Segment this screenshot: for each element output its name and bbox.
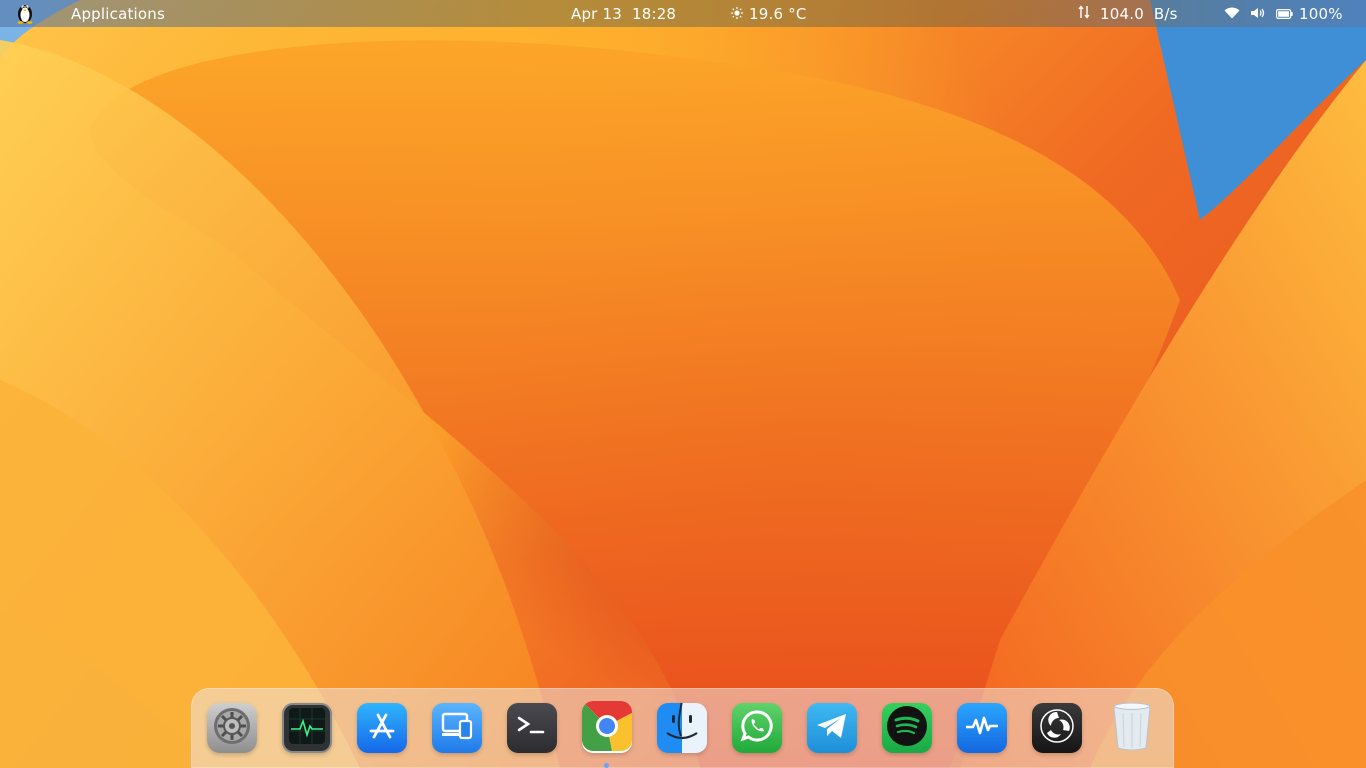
telegram-icon xyxy=(815,711,849,745)
running-indicator-dot xyxy=(604,763,609,768)
time-label: 18:28 xyxy=(631,4,677,23)
gear-icon xyxy=(211,705,253,751)
monitor-icon xyxy=(288,707,326,749)
wifi-icon[interactable] xyxy=(1224,5,1240,23)
pulse-icon xyxy=(964,714,1000,742)
tux-icon xyxy=(14,0,36,28)
dock xyxy=(191,688,1174,768)
dock-item-trash[interactable] xyxy=(1107,701,1157,755)
dock-item-spotify[interactable] xyxy=(882,703,932,753)
dock-item-telegram[interactable] xyxy=(807,703,857,753)
dock-item-system-monitor[interactable] xyxy=(957,703,1007,753)
temperature-label: 19.6 °C xyxy=(749,4,807,23)
dock-item-obs-studio[interactable] xyxy=(1032,703,1082,753)
dock-item-app-store[interactable] xyxy=(357,703,407,753)
whatsapp-icon xyxy=(739,708,775,748)
app-store-icon xyxy=(366,710,398,746)
terminal-icon xyxy=(516,714,548,742)
dock-item-settings[interactable] xyxy=(207,703,257,753)
battery-icon xyxy=(1276,5,1293,23)
clock[interactable]: Apr 13 18:28 xyxy=(571,0,676,27)
sun-icon xyxy=(731,5,743,23)
date-label: Apr 13 xyxy=(571,4,623,23)
distro-menu-button[interactable] xyxy=(14,0,36,27)
chrome-icon xyxy=(582,701,632,755)
speaker-icon[interactable] xyxy=(1250,5,1266,23)
up-down-arrows-icon xyxy=(1078,4,1090,23)
battery-percent-label: 100% xyxy=(1299,4,1343,23)
finder-icon xyxy=(657,703,707,753)
top-panel: Applications Apr 13 18:28 19.6 °C 104.0 … xyxy=(0,0,1366,27)
dock-item-terminal[interactable] xyxy=(507,703,557,753)
devices-icon xyxy=(440,711,474,745)
dock-item-chrome[interactable] xyxy=(582,701,632,755)
desktop-wallpaper xyxy=(0,0,1366,768)
dock-item-devices[interactable] xyxy=(432,703,482,753)
network-speed-label: 104.0 B/s xyxy=(1100,4,1178,23)
dock-item-activity-monitor[interactable] xyxy=(282,703,332,753)
battery-indicator[interactable]: 100% xyxy=(1276,5,1343,23)
system-tray: 100% xyxy=(1224,0,1343,27)
dock-item-whatsapp[interactable] xyxy=(732,703,782,753)
trash-icon xyxy=(1111,701,1153,755)
weather-indicator[interactable]: 19.6 °C xyxy=(731,0,807,27)
network-speed-indicator[interactable]: 104.0 B/s xyxy=(1078,0,1178,27)
applications-menu[interactable]: Applications xyxy=(71,0,165,27)
obs-icon xyxy=(1039,708,1075,748)
dock-item-finder[interactable] xyxy=(657,703,707,753)
spotify-icon xyxy=(885,704,929,752)
